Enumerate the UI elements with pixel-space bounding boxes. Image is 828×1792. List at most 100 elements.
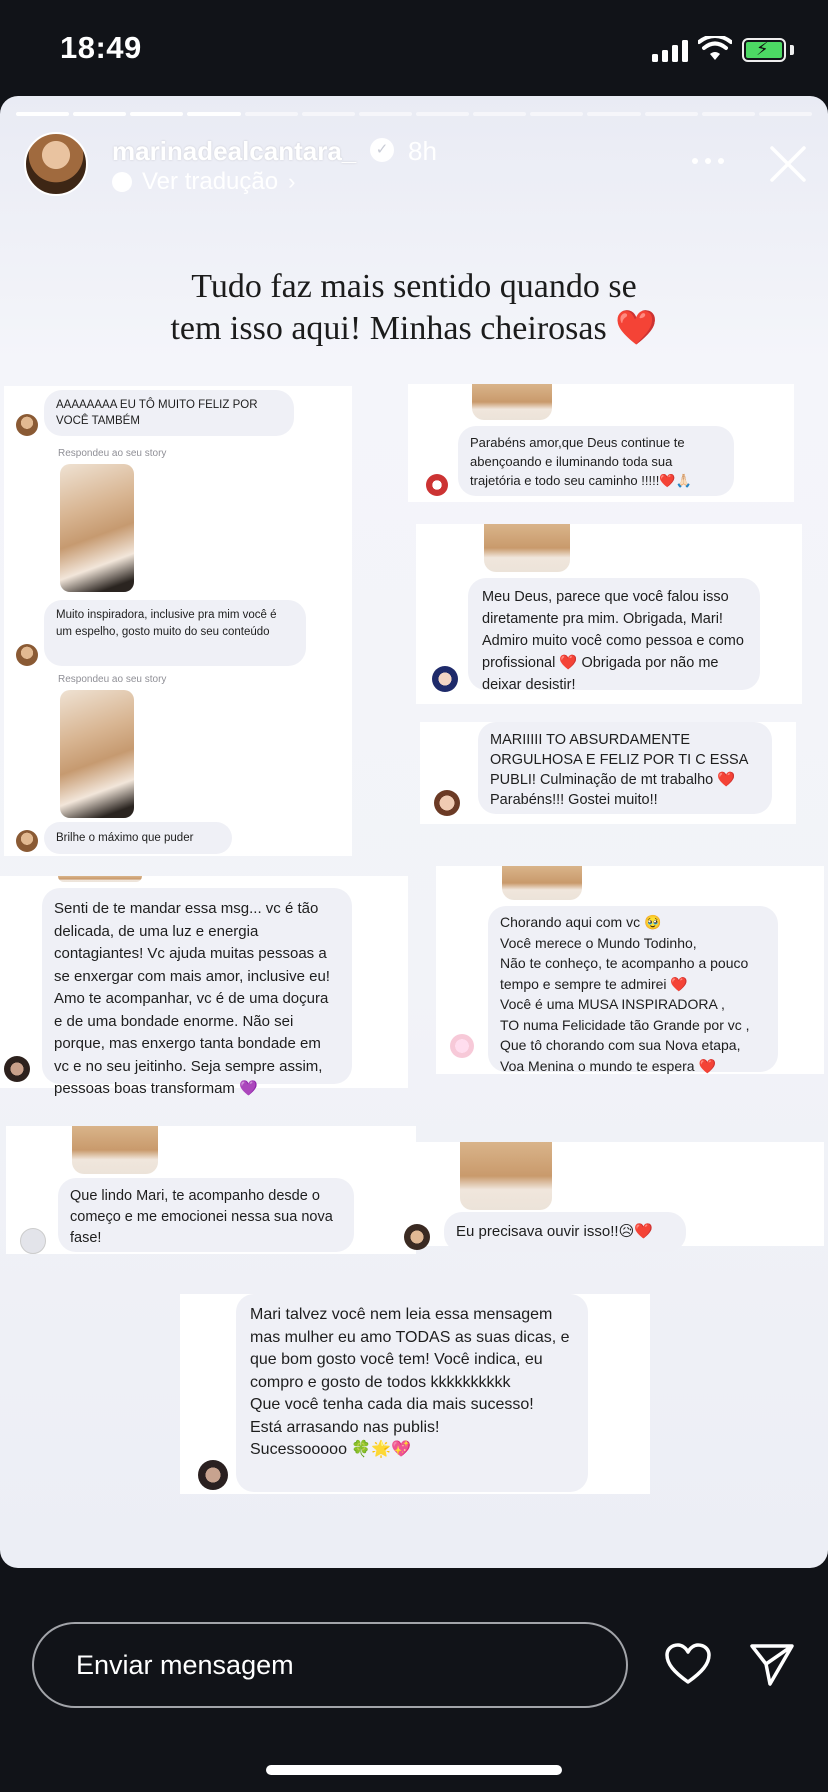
message-text: Parabéns amor,que Deus continue te abenç… xyxy=(470,435,692,488)
message-line: Que tô chorando com sua Nova etapa, xyxy=(500,1037,741,1053)
sender-avatar xyxy=(4,1056,30,1082)
message-bubble: Eu precisava ouvir isso!!😥❤️ xyxy=(444,1212,686,1252)
battery-cap xyxy=(790,45,794,55)
message-text: Brilhe o máximo que puder xyxy=(56,832,194,844)
progress-segment xyxy=(530,112,584,116)
home-indicator[interactable] xyxy=(266,1765,562,1775)
progress-segment xyxy=(473,112,527,116)
message-bubble: AAAAAAAA EU TÔ MUITO FELIZ POR VOCÊ TAMB… xyxy=(44,390,294,436)
sender-avatar xyxy=(432,666,458,692)
sender-avatar xyxy=(20,1228,46,1254)
posted-time: 8h xyxy=(408,136,437,166)
story-progress xyxy=(16,112,812,116)
message-text: MARIIIII TO ABSURDAMENTE ORGULHOSA E FEL… xyxy=(490,732,748,808)
dm-panel-6: Chorando aqui com vc 🥹 Você merece o Mund… xyxy=(436,866,824,1074)
heart-icon[interactable] xyxy=(664,1642,712,1686)
message-line: Mari talvez você nem leia essa mensagem … xyxy=(250,1306,570,1391)
message-line: Você merece o Mundo Todinho, xyxy=(500,934,697,951)
translate-icon xyxy=(112,172,132,192)
progress-segment xyxy=(358,112,412,116)
progress-segment xyxy=(130,112,184,116)
avatar[interactable] xyxy=(24,132,88,196)
message-bubble: Senti de te mandar essa msg... vc é tão … xyxy=(42,888,352,1097)
progress-segment xyxy=(301,112,355,116)
story-thumbnail xyxy=(58,876,142,882)
message-text: Muito inspiradora, inclusive pra mim voc… xyxy=(56,609,277,638)
message-text: Senti de te mandar essa msg... vc é tão … xyxy=(54,900,330,1097)
progress-segment xyxy=(73,112,127,116)
caption-heart-emoji: ❤️ xyxy=(615,310,658,347)
battery-icon: ⚡ xyxy=(742,38,786,62)
story-thumbnail xyxy=(502,866,582,900)
message-text: Eu precisava ouvir isso!!😥❤️ xyxy=(456,1223,653,1240)
progress-segment xyxy=(587,112,641,116)
progress-segment xyxy=(187,112,241,116)
sender-avatar xyxy=(16,830,38,852)
message-bubble: Muito inspiradora, inclusive pra mim voc… xyxy=(44,600,306,666)
dm-panel-8: Eu precisava ouvir isso!!😥❤️ xyxy=(396,1142,824,1252)
sender-avatar xyxy=(434,790,460,816)
dm-panel-1: AAAAAAAA EU TÔ MUITO FELIZ POR VOCÊ TAMB… xyxy=(4,386,352,856)
message-input[interactable]: Enviar mensagem xyxy=(32,1622,628,1708)
story-card[interactable]: marinadealcantara_ ✓ 8h Ver tradução › T… xyxy=(0,96,828,1568)
message-text: Meu Deus, parece que você falou isso dir… xyxy=(482,589,744,693)
translate-link[interactable]: Ver tradução › xyxy=(112,168,295,196)
story-thumbnail xyxy=(60,690,134,818)
story-thumbnail xyxy=(484,524,570,572)
wifi-icon xyxy=(698,36,732,60)
caption-line-1: Tudo faz mais sentido quando se xyxy=(191,268,637,305)
dm-panel-9: Mari talvez você nem leia essa mensagem … xyxy=(180,1294,650,1494)
message-text: Que lindo Mari, te acompanho desde o com… xyxy=(70,1188,333,1246)
message-line: Sucessooooo 🍀🌟💖 xyxy=(250,1441,412,1458)
message-bubble: Que lindo Mari, te acompanho desde o com… xyxy=(58,1178,354,1252)
message-bubble: Brilhe o máximo que puder xyxy=(44,822,232,854)
more-icon[interactable] xyxy=(690,156,726,166)
replied-label: Respondeu ao seu story xyxy=(58,674,167,685)
message-bubble: Parabéns amor,que Deus continue te abenç… xyxy=(458,426,734,496)
story-thumbnail xyxy=(460,1142,552,1210)
status-bar: 18:49 ⚡ xyxy=(0,0,828,96)
story-username[interactable]: marinadealcantara_ xyxy=(112,136,356,167)
message-line: Chorando aqui com vc 🥹 xyxy=(500,914,662,930)
translate-label: Ver tradução xyxy=(142,168,279,195)
sender-avatar xyxy=(426,474,448,496)
signal-icon xyxy=(652,40,688,62)
message-text: AAAAAAAA EU TÔ MUITO FELIZ POR VOCÊ TAMB… xyxy=(56,399,258,427)
sender-avatar xyxy=(198,1460,228,1490)
message-line: Está arrasando nas publis! xyxy=(250,1418,440,1436)
sender-avatar xyxy=(450,1034,474,1058)
sender-avatar xyxy=(16,644,38,666)
message-line: TO numa Felicidade tão Grande por vc , xyxy=(500,1016,750,1033)
progress-segment xyxy=(701,112,755,116)
close-icon[interactable] xyxy=(768,144,808,184)
sender-avatar xyxy=(16,414,38,436)
chevron-right-icon: › xyxy=(288,169,296,194)
send-icon[interactable] xyxy=(748,1640,796,1688)
story-caption: Tudo faz mais sentido quando se tem isso… xyxy=(80,266,748,350)
progress-segment xyxy=(244,112,298,116)
progress-segment xyxy=(415,112,470,116)
story-thumbnail xyxy=(472,384,552,420)
progress-segment xyxy=(16,112,70,116)
dm-panel-7: Que lindo Mari, te acompanho desde o com… xyxy=(6,1126,416,1254)
message-line: Voa Menina o mundo te espera ❤️ xyxy=(500,1057,716,1074)
message-line: Não te conheço, te acompanho a pouco tem… xyxy=(500,955,749,992)
message-bubble: Meu Deus, parece que você falou isso dir… xyxy=(468,578,760,693)
message-line: Você é uma MUSA INSPIRADORA , xyxy=(500,996,725,1012)
caption-line-2: tem isso aqui! Minhas cheirosas xyxy=(170,310,607,347)
message-bubble: Chorando aqui com vc 🥹 Você merece o Mund… xyxy=(488,906,778,1074)
story-thumbnail xyxy=(60,464,134,592)
dm-panel-5: Senti de te mandar essa msg... vc é tão … xyxy=(0,876,408,1097)
progress-segment xyxy=(644,112,698,116)
message-bubble: Mari talvez você nem leia essa mensagem … xyxy=(236,1294,588,1492)
dm-panel-2: Parabéns amor,que Deus continue te abenç… xyxy=(408,384,794,502)
story-thumbnail xyxy=(72,1126,158,1174)
dm-panel-4: MARIIIII TO ABSURDAMENTE ORGULHOSA E FEL… xyxy=(420,722,796,824)
dm-panel-3: Meu Deus, parece que você falou isso dir… xyxy=(416,524,802,704)
status-time: 18:49 xyxy=(60,30,142,65)
sender-avatar xyxy=(404,1224,430,1250)
message-placeholder: Enviar mensagem xyxy=(76,1650,294,1680)
message-bubble: MARIIIII TO ABSURDAMENTE ORGULHOSA E FEL… xyxy=(478,722,772,814)
progress-segment xyxy=(758,112,812,116)
replied-label: Respondeu ao seu story xyxy=(58,448,167,459)
